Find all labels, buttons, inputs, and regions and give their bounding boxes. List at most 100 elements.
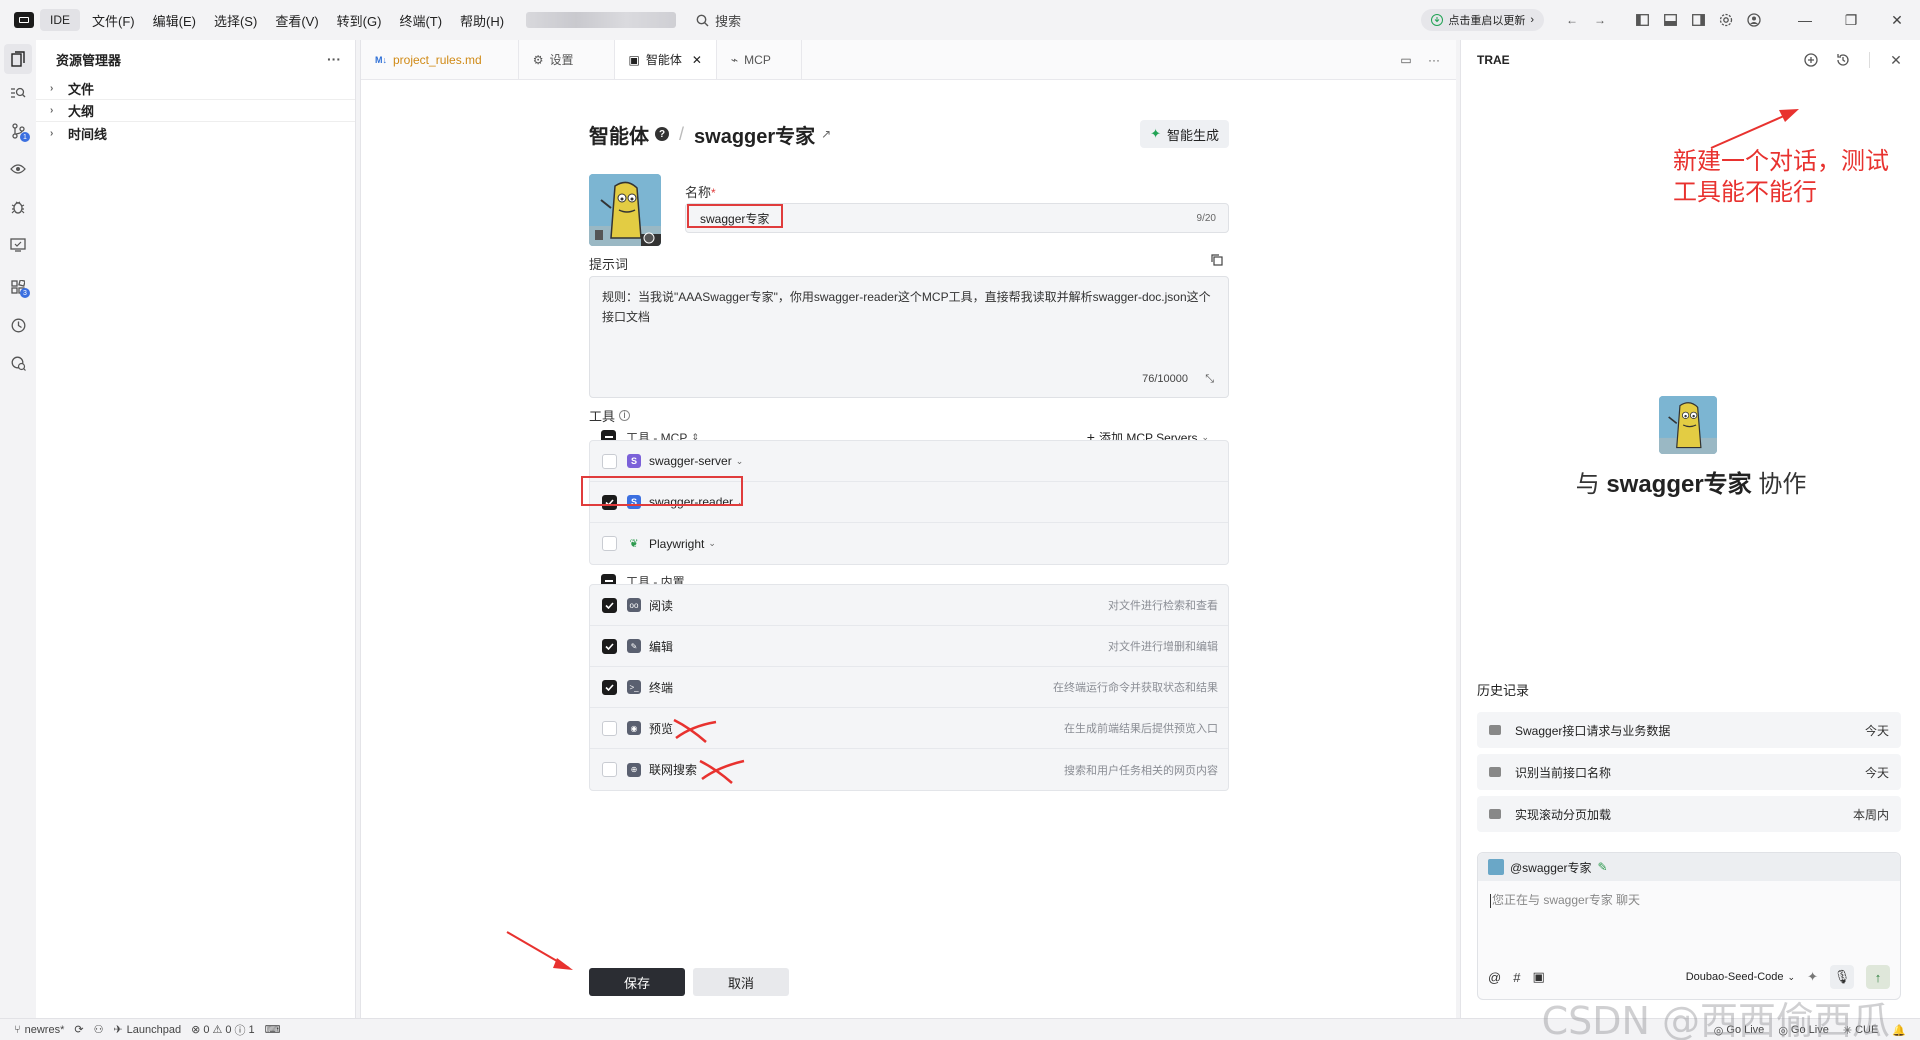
- chevron-down-icon[interactable]: ⌄: [736, 456, 744, 467]
- toggle-left-panel-icon[interactable]: [1628, 6, 1656, 34]
- search-files-icon[interactable]: [0, 74, 36, 112]
- close-window-icon[interactable]: ✕: [1874, 0, 1920, 40]
- image-icon[interactable]: ▣: [1532, 969, 1544, 985]
- check-icon: [605, 642, 614, 650]
- debug-bug-icon[interactable]: [0, 188, 36, 226]
- annotation-line-2: 工具能不能行: [1673, 178, 1817, 206]
- new-chat-icon[interactable]: [1797, 46, 1825, 74]
- forward-arrow-icon[interactable]: →: [1586, 6, 1614, 34]
- builtin-tool-row[interactable]: ✎ 编辑 对文件进行增删和编辑: [590, 626, 1228, 667]
- builtin-tool-row[interactable]: ⊕ 联网搜索 搜索和用户任务相关的网页内容: [590, 749, 1228, 790]
- mcp-tool-row[interactable]: ❦ Playwright ⌄: [590, 523, 1228, 564]
- send-button[interactable]: ↑: [1866, 965, 1890, 989]
- tool-checkbox[interactable]: [602, 638, 617, 654]
- chat-input[interactable]: 您正在与 swagger专家 聊天: [1478, 881, 1900, 918]
- builtin-tool-row[interactable]: oo 阅读 对文件进行检索和查看: [590, 585, 1228, 626]
- prompt-textarea[interactable]: 规则：当我说"AAASwagger专家"，你用swagger-reader这个M…: [589, 276, 1229, 398]
- expand-icon[interactable]: ⤡: [1205, 369, 1214, 389]
- sparkle-icon[interactable]: ✦: [1807, 969, 1818, 985]
- tool-checkbox[interactable]: [602, 679, 617, 695]
- at-mention-icon[interactable]: @: [1488, 970, 1501, 985]
- search-box[interactable]: 搜索: [696, 11, 741, 30]
- restore-icon[interactable]: ❐: [1828, 0, 1874, 40]
- history-item[interactable]: 实现滚动分页加载 本周内: [1477, 796, 1901, 832]
- smart-generate-button[interactable]: ✦ 智能生成: [1140, 120, 1229, 148]
- tool-checkbox[interactable]: [602, 536, 617, 551]
- remote-screen-icon[interactable]: [0, 226, 36, 264]
- history-item[interactable]: 识别当前接口名称 今天: [1477, 754, 1901, 790]
- model-selector[interactable]: Doubao-Seed-Code ⌄: [1686, 971, 1795, 983]
- history-item[interactable]: Swagger接口请求与业务数据 今天: [1477, 712, 1901, 748]
- eye-preview-icon[interactable]: [0, 150, 36, 188]
- builtin-tool-row[interactable]: ◉ 预览 在生成前端结果后提供预览入口: [590, 708, 1228, 749]
- more-tab-actions-icon[interactable]: ···: [1422, 53, 1446, 67]
- error-icon: ⊗: [191, 1024, 201, 1036]
- explorer-section-files[interactable]: › 文件: [36, 78, 355, 100]
- history-icon[interactable]: [1829, 46, 1857, 74]
- tool-description: 对文件进行增删和编辑: [1108, 641, 1218, 653]
- tool-checkbox[interactable]: [602, 762, 617, 777]
- problems-status[interactable]: ⊗ 0 ⚠ 0 ⓘ 1: [191, 1022, 254, 1038]
- close-tab-icon[interactable]: ✕: [692, 53, 702, 67]
- agent-avatar[interactable]: [589, 174, 661, 246]
- menu-edit[interactable]: 编辑(E): [153, 11, 196, 30]
- update-restart-button[interactable]: 点击重启以更新 ›: [1421, 9, 1544, 31]
- sync-icon[interactable]: ⟳: [74, 1023, 83, 1036]
- tool-checkbox[interactable]: [602, 720, 617, 736]
- tool-checkbox[interactable]: [602, 453, 617, 469]
- menu-terminal[interactable]: 终端(T): [399, 11, 442, 30]
- builtin-tool-list: oo 阅读 对文件进行检索和查看 ✎ 编辑 对文件进行增删和编辑 >_ 终端 在…: [589, 584, 1229, 791]
- extensions-icon[interactable]: 3: [0, 268, 36, 306]
- ide-switch-button[interactable]: IDE: [40, 9, 81, 31]
- menu-file[interactable]: 文件(F): [92, 11, 135, 30]
- launchpad-status[interactable]: ✈ Launchpad: [113, 1023, 181, 1037]
- keyboard-icon[interactable]: ⌨: [265, 1023, 281, 1036]
- annotation-line-1: 新建一个对话，测试: [1673, 147, 1889, 175]
- account-icon[interactable]: [1740, 6, 1768, 34]
- agent-header: 智能体 ? / swagger专家 ↗ ✦ 智能生成: [589, 118, 1229, 150]
- chevron-down-icon[interactable]: ⌄: [708, 538, 716, 549]
- microphone-icon[interactable]: 🎙: [1830, 965, 1854, 989]
- tab-settings[interactable]: ⚙ 设置: [519, 40, 615, 79]
- back-arrow-icon[interactable]: ←: [1558, 6, 1586, 34]
- mention-chip[interactable]: @swagger专家 ✎: [1478, 853, 1900, 881]
- external-link-icon[interactable]: ↗: [821, 127, 831, 141]
- close-panel-icon[interactable]: ✕: [1882, 46, 1910, 74]
- notifications-bell-icon[interactable]: 🔔: [1892, 1024, 1906, 1037]
- toggle-bottom-panel-icon[interactable]: [1656, 6, 1684, 34]
- red-cross-mark: [673, 718, 717, 743]
- more-actions-icon[interactable]: ···: [327, 51, 341, 67]
- timeline-icon[interactable]: [0, 306, 36, 344]
- copy-icon[interactable]: [1211, 254, 1223, 266]
- info-icon[interactable]: i: [619, 410, 631, 421]
- menu-view[interactable]: 查看(V): [275, 11, 318, 30]
- settings-gear-icon[interactable]: [1712, 6, 1740, 34]
- explorer-section-outline[interactable]: › 大纲: [36, 100, 355, 122]
- menu-select[interactable]: 选择(S): [214, 11, 257, 30]
- save-button[interactable]: 保存: [589, 968, 685, 996]
- tab-project-rules[interactable]: M↓ project_rules.md: [361, 40, 519, 79]
- minimize-icon[interactable]: —: [1782, 0, 1828, 40]
- collab-avatar: [1659, 396, 1717, 454]
- warning-icon: ⚠: [212, 1024, 223, 1036]
- branch-status[interactable]: ⑂ newres*: [14, 1024, 64, 1036]
- playwright-icon: ❦: [629, 538, 639, 550]
- source-control-icon[interactable]: 1: [0, 112, 36, 150]
- ports-icon[interactable]: ⚇: [94, 1023, 104, 1036]
- trae-chat-panel: TRAE ✕ 新建一个对话，测试 工具能不能行 与 swagger专家 协作 历…: [1460, 40, 1920, 1018]
- toggle-right-panel-icon[interactable]: [1684, 6, 1712, 34]
- tab-agent[interactable]: ▣ 智能体 ✕: [614, 40, 717, 79]
- builtin-tool-row[interactable]: >_ 终端 在终端运行命令并获取状态和结果: [590, 667, 1228, 708]
- chat-bubble-icon: [1489, 809, 1501, 819]
- explorer-section-timeline[interactable]: › 时间线: [36, 122, 355, 144]
- menu-help[interactable]: 帮助(H): [460, 11, 504, 30]
- split-editor-icon[interactable]: ▭: [1394, 53, 1418, 67]
- tool-checkbox[interactable]: [602, 597, 617, 613]
- tab-mcp[interactable]: ⌁ MCP: [717, 40, 802, 79]
- cancel-button[interactable]: 取消: [693, 968, 789, 996]
- history-search-icon[interactable]: [0, 344, 36, 382]
- explorer-icon[interactable]: [4, 44, 32, 74]
- help-icon[interactable]: ?: [655, 127, 669, 141]
- hash-icon[interactable]: #: [1513, 970, 1520, 985]
- menu-goto[interactable]: 转到(G): [337, 11, 382, 30]
